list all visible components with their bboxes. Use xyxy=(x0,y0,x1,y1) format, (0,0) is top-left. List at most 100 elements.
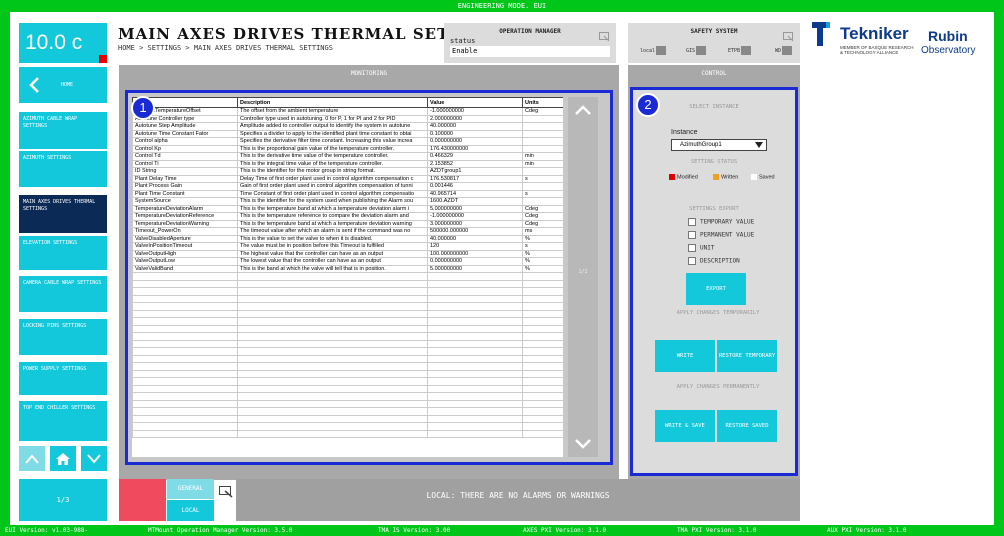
table-row[interactable]: Autotune Time Constant Fator Specifies a … xyxy=(132,129,563,138)
table-row[interactable]: ID String This is the identifier for the … xyxy=(132,167,563,176)
nav-home-button[interactable] xyxy=(50,446,76,471)
table-row[interactable]: SystemSource This is the identifier for t… xyxy=(132,197,563,206)
main-window: 10.0 c HOME AZIMUTH CABLE WRAP SETTINGS A… xyxy=(10,12,994,525)
table-cell: Timeout_PowerOn xyxy=(132,227,238,236)
table-cell xyxy=(132,279,238,288)
table-cell xyxy=(427,377,523,386)
scroll-down-button[interactable] xyxy=(568,431,598,457)
nav-down-button[interactable] xyxy=(81,446,107,471)
nav-item-3[interactable]: MAIN AXES DRIVES THERMAL SETTINGS xyxy=(19,195,107,233)
table-cell: 3.000000000 xyxy=(427,219,523,228)
popout-icon[interactable] xyxy=(219,483,233,502)
table-cell xyxy=(132,407,238,416)
table-row[interactable]: ValveInPositionTimeout The value must be … xyxy=(132,242,563,251)
table-row[interactable]: Autotune Controller type Controller type … xyxy=(132,114,563,123)
table-cell xyxy=(132,347,238,356)
empty-table-row xyxy=(132,399,563,408)
export-button[interactable]: EXPORT xyxy=(686,273,746,305)
table-cell xyxy=(522,317,563,326)
write-and-save-button[interactable]: WRITE & SAVE xyxy=(655,410,715,442)
empty-table-row xyxy=(132,429,563,438)
table-cell: Cdeg xyxy=(522,107,563,116)
table-cell xyxy=(522,122,563,131)
table-cell xyxy=(132,392,238,401)
table-row[interactable]: AmbientTemperatureOffset The offset from … xyxy=(132,107,563,116)
table-cell xyxy=(237,279,428,288)
export-temporary-checkbox[interactable]: TEMPORARY VALUE xyxy=(688,218,754,226)
table-cell xyxy=(237,339,428,348)
instance-label: Instance xyxy=(671,129,698,136)
table-cell: TemperatureDeviationAlarm xyxy=(132,204,238,213)
table-row[interactable]: ValveDisabledAperture This is the value t… xyxy=(132,234,563,243)
table-cell xyxy=(132,339,238,348)
local-alarm-tab[interactable]: LOCAL xyxy=(167,500,214,521)
control-frame: 2 SELECT INSTANCE Instance AzimuthGroup1… xyxy=(630,87,798,476)
popout-icon[interactable] xyxy=(783,27,794,46)
table-scrollbar[interactable]: 1/2 xyxy=(568,97,598,457)
table-cell: s xyxy=(522,174,563,183)
table-row[interactable]: Control Td This is the derivative time va… xyxy=(132,152,563,161)
instance-select[interactable]: AzimuthGroup1 xyxy=(671,139,767,151)
popout-icon[interactable] xyxy=(599,27,610,46)
nav-item-6[interactable]: LOCKING PINS SETTINGS xyxy=(19,319,107,355)
table-cell: Plant Process Gain xyxy=(132,182,238,191)
temperature-display: 10.0 c xyxy=(19,23,107,63)
chevron-down-icon xyxy=(575,439,591,449)
table-row[interactable]: Plant Process Gain Gain of first order pl… xyxy=(132,182,563,191)
table-cell: The lowest value that the controller can… xyxy=(237,257,428,266)
restore-temporary-button[interactable]: RESTORE TEMPORARY xyxy=(717,340,777,372)
back-home-button[interactable]: HOME xyxy=(19,67,107,103)
alarm-status-indicator xyxy=(119,479,166,521)
table-row[interactable]: ValveOutputLow The lowest value that the … xyxy=(132,257,563,266)
nav-item-1[interactable]: AZIMUTH CABLE WRAP SETTINGS xyxy=(19,112,107,149)
setting-status-label: SETTING STATUS xyxy=(690,159,738,165)
operation-manager-version: MTMount Operation Manager Version: 3.5.0 xyxy=(148,527,293,534)
nav-item-8[interactable]: TOP END CHILLER SETTINGS xyxy=(19,401,107,441)
table-cell xyxy=(522,377,563,386)
table-row[interactable]: Autotune Step Amplitude Amplitude added t… xyxy=(132,122,563,131)
export-description-checkbox[interactable]: DESCRIPTION xyxy=(688,257,740,265)
table-row[interactable]: Control Kp This is the proportional gain … xyxy=(132,144,563,153)
nav-item-7[interactable]: POWER SUPPLY SETTINGS xyxy=(19,362,107,395)
empty-table-row xyxy=(132,294,563,303)
table-row[interactable]: Plant Time Constant Time Constant of firs… xyxy=(132,189,563,198)
table-cell: 40.965714 xyxy=(427,189,523,198)
table-cell xyxy=(427,332,523,341)
nav-item-4[interactable]: ELEVATION SETTINGS xyxy=(19,236,107,270)
restore-saved-button[interactable]: RESTORE SAVED xyxy=(717,410,777,442)
table-cell: TemperatureDeviationWarning xyxy=(132,219,238,228)
table-row[interactable]: Control Ti This is the integral time valu… xyxy=(132,159,563,168)
table-row[interactable]: TemperatureDeviationAlarm This is the tem… xyxy=(132,204,563,213)
table-cell xyxy=(132,414,238,423)
table-row[interactable]: TemperatureDeviationReference This is the… xyxy=(132,212,563,221)
table-cell: Autotune Time Constant Fator xyxy=(132,129,238,138)
table-cell: 5.000000000 xyxy=(427,204,523,213)
safety-etpb: ETPB xyxy=(728,46,752,55)
chevron-up-icon xyxy=(25,453,39,464)
table-row[interactable]: Plant Delay Time Delay Time of first orde… xyxy=(132,174,563,183)
table-row[interactable]: Control alpha Specifies the derivative fi… xyxy=(132,137,563,146)
empty-table-row xyxy=(132,354,563,363)
export-unit-checkbox[interactable]: UNIT xyxy=(688,244,714,252)
write-button[interactable]: WRITE xyxy=(655,340,715,372)
nav-up-button[interactable] xyxy=(19,446,45,471)
table-cell xyxy=(237,429,428,438)
table-cell: ID String xyxy=(132,167,238,176)
table-cell: This is the band at which the valve will… xyxy=(237,264,428,273)
table-row[interactable]: TemperatureDeviationWarning This is the t… xyxy=(132,219,563,228)
table-row[interactable]: ValveValidBand This is the band at which … xyxy=(132,264,563,273)
general-alarm-tab[interactable]: GENERAL xyxy=(167,479,214,499)
nav-item-5[interactable]: CAMERA CABLE WRAP SETTINGS xyxy=(19,276,107,312)
table-row[interactable]: ValveOutputHigh The highest value that th… xyxy=(132,249,563,258)
parameters-table: Description Value Units AmbientTemperature… xyxy=(132,97,563,438)
empty-table-row xyxy=(132,324,563,333)
table-cell xyxy=(427,324,523,333)
table-cell xyxy=(522,287,563,296)
table-row[interactable]: Timeout_PowerOn The timeout value after w… xyxy=(132,227,563,236)
empty-table-row xyxy=(132,407,563,416)
nav-item-2[interactable]: AZIMUTH SETTINGS xyxy=(19,151,107,187)
safety-local: local xyxy=(640,46,667,55)
tekniker-logo-icon xyxy=(812,22,842,52)
scroll-up-button[interactable] xyxy=(568,97,598,123)
export-permanent-checkbox[interactable]: PERMANENT VALUE xyxy=(688,231,754,239)
